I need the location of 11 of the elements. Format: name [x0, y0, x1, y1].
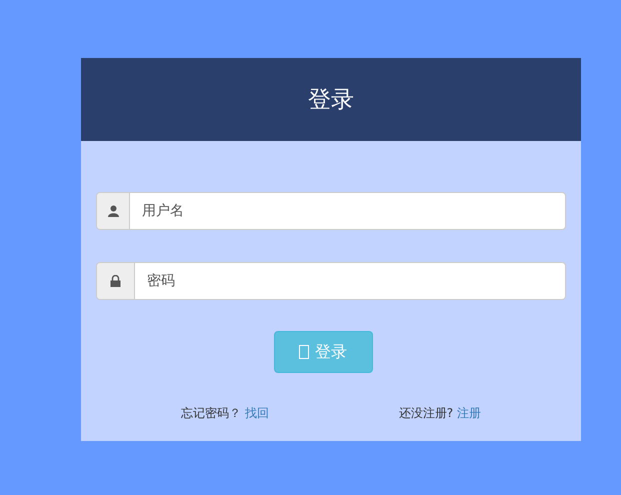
- input-field[interactable]: 用户名: [130, 192, 566, 230]
- forgot-password-text: 忘记密码？: [180, 406, 241, 420]
- lock-icon: [110, 275, 121, 287]
- register-link[interactable]: 注册: [457, 406, 481, 420]
- box-icon: [299, 345, 309, 359]
- register-prompt-text: 还没注册?: [398, 406, 454, 420]
- recover-link[interactable]: 找回: [244, 406, 269, 420]
- login-title: 登录: [308, 86, 354, 115]
- login-button[interactable]: 登录: [274, 331, 372, 373]
- user-icon: [108, 205, 118, 217]
- input-field[interactable]: 密码: [135, 262, 566, 300]
